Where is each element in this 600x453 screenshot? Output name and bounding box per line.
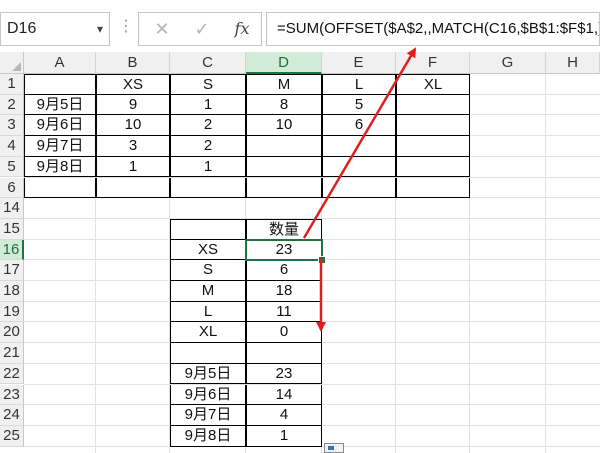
cell-f6[interactable]	[396, 177, 470, 199]
cell-b1[interactable]: XS	[96, 74, 170, 95]
name-box-value: D16	[7, 20, 37, 37]
column-header-f[interactable]: F	[396, 52, 470, 74]
cell-f1[interactable]: XL	[396, 74, 470, 95]
column-header-c[interactable]: C	[170, 52, 246, 74]
column-header-a[interactable]: A	[24, 52, 96, 74]
cell-b2[interactable]: 9	[96, 94, 170, 116]
cell-a2[interactable]: 9月5日	[24, 94, 96, 116]
paste-options-icon[interactable]	[324, 442, 344, 453]
enter-icon[interactable]: ✓	[187, 13, 217, 45]
column-header-b[interactable]: B	[96, 52, 170, 74]
row-header-14[interactable]: 14	[0, 198, 24, 219]
row-header-24[interactable]: 24	[0, 405, 24, 426]
cell-d17[interactable]: 6	[246, 260, 322, 281]
row-header-16[interactable]: 16	[0, 239, 24, 261]
cell-c22[interactable]: 9月5日	[170, 363, 246, 385]
formula-buttons: ✕ ✓ fx	[138, 12, 262, 46]
cell-e5[interactable]	[322, 156, 396, 178]
chevron-down-icon[interactable]: ▾	[97, 13, 103, 45]
row-header-2[interactable]: 2	[0, 94, 24, 116]
cell-c6[interactable]	[170, 177, 246, 199]
row-header-18[interactable]: 18	[0, 281, 24, 302]
cell-d19[interactable]: 11	[246, 301, 322, 323]
formula-input[interactable]: =SUM(OFFSET($A$2,,MATCH(C16,$B$1:$F$1,),…	[266, 12, 600, 46]
cell-c4[interactable]: 2	[170, 136, 246, 157]
cell-e2[interactable]: 5	[322, 94, 396, 116]
cell-c18[interactable]: M	[170, 281, 246, 302]
cell-d1[interactable]: M	[246, 74, 322, 95]
cell-a3[interactable]: 9月6日	[24, 115, 96, 137]
cell-c15[interactable]	[170, 218, 246, 240]
name-box[interactable]: D16 ▾	[0, 12, 110, 46]
column-header-h[interactable]: H	[546, 52, 600, 74]
cell-a4[interactable]: 9月7日	[24, 136, 96, 157]
more-options-icon[interactable]: ⋮	[118, 16, 134, 36]
column-header-g[interactable]: G	[470, 52, 546, 74]
row-header-15[interactable]: 15	[0, 218, 24, 240]
cell-d21[interactable]	[246, 343, 322, 364]
row-header-25[interactable]: 25	[0, 425, 24, 447]
cell-e6[interactable]	[322, 177, 396, 199]
cell-d20[interactable]: 0	[246, 322, 322, 344]
row-header-5[interactable]: 5	[0, 156, 24, 178]
row-header-19[interactable]: 19	[0, 301, 24, 323]
cell-e3[interactable]: 6	[322, 115, 396, 137]
row-header-22[interactable]: 22	[0, 363, 24, 385]
cell-e4[interactable]	[322, 136, 396, 157]
cell-a5[interactable]: 9月8日	[24, 156, 96, 178]
cell-d23[interactable]: 14	[246, 384, 322, 406]
row-header-20[interactable]: 20	[0, 322, 24, 344]
cell-d3[interactable]: 10	[246, 115, 322, 137]
cell-c1[interactable]: S	[170, 74, 246, 95]
cell-d5[interactable]	[246, 156, 322, 178]
select-all-corner[interactable]	[0, 52, 24, 74]
cell-b3[interactable]: 10	[96, 115, 170, 137]
cell-a6[interactable]	[24, 177, 96, 199]
cell-c2[interactable]: 1	[170, 94, 246, 116]
cell-d6[interactable]	[246, 177, 322, 199]
cell-c24[interactable]: 9月7日	[170, 405, 246, 426]
worksheet-grid[interactable]: XS S M L XL 9月5日 9 1 8 5 9月6日 10 2 10 6 9月7日 3 2 9月8日 1 1 数量 X…	[24, 74, 600, 453]
cell-c25[interactable]: 9月8日	[170, 425, 246, 447]
cell-c3[interactable]: 2	[170, 115, 246, 137]
cell-a1[interactable]	[24, 74, 96, 95]
cell-d25[interactable]: 1	[246, 425, 322, 447]
cell-d18[interactable]: 18	[246, 281, 322, 302]
cell-f4[interactable]	[396, 136, 470, 157]
row-header-17[interactable]: 17	[0, 260, 24, 281]
row-header-23[interactable]: 23	[0, 384, 24, 406]
insert-function-icon[interactable]: fx	[227, 13, 257, 45]
cell-c5[interactable]: 1	[170, 156, 246, 178]
cell-c19[interactable]: L	[170, 301, 246, 323]
row-header-21[interactable]: 21	[0, 343, 24, 364]
cell-d22[interactable]: 23	[246, 363, 322, 385]
cell-d2[interactable]: 8	[246, 94, 322, 116]
cell-f3[interactable]	[396, 115, 470, 137]
gridline-vertical	[545, 74, 546, 453]
cell-c17[interactable]: S	[170, 260, 246, 281]
cell-c16[interactable]: XS	[170, 239, 246, 261]
cell-f5[interactable]	[396, 156, 470, 178]
cell-d4[interactable]	[246, 136, 322, 157]
column-header-e[interactable]: E	[322, 52, 396, 74]
cell-d15[interactable]: 数量	[246, 218, 322, 240]
cell-b6[interactable]	[96, 177, 170, 199]
cell-c21[interactable]	[170, 343, 246, 364]
cell-d24[interactable]: 4	[246, 405, 322, 426]
column-header-d[interactable]: D	[246, 52, 322, 74]
cancel-icon[interactable]: ✕	[147, 13, 177, 45]
fill-handle[interactable]	[318, 256, 326, 265]
cell-b4[interactable]: 3	[96, 136, 170, 157]
formula-bar-area: D16 ▾ ⋮ ✕ ✓ fx =SUM(OFFSET($A$2,,MATCH(C…	[0, 0, 600, 52]
active-cell[interactable]: 23	[245, 238, 323, 262]
row-header-4[interactable]: 4	[0, 136, 24, 157]
cell-c20[interactable]: XL	[170, 322, 246, 344]
row-header-1[interactable]: 1	[0, 74, 24, 95]
row-header-3[interactable]: 3	[0, 115, 24, 137]
cell-c23[interactable]: 9月6日	[170, 384, 246, 406]
cell-e1[interactable]: L	[322, 74, 396, 95]
cell-b5[interactable]: 1	[96, 156, 170, 178]
row-header-6[interactable]: 6	[0, 177, 24, 199]
cell-f2[interactable]	[396, 94, 470, 116]
